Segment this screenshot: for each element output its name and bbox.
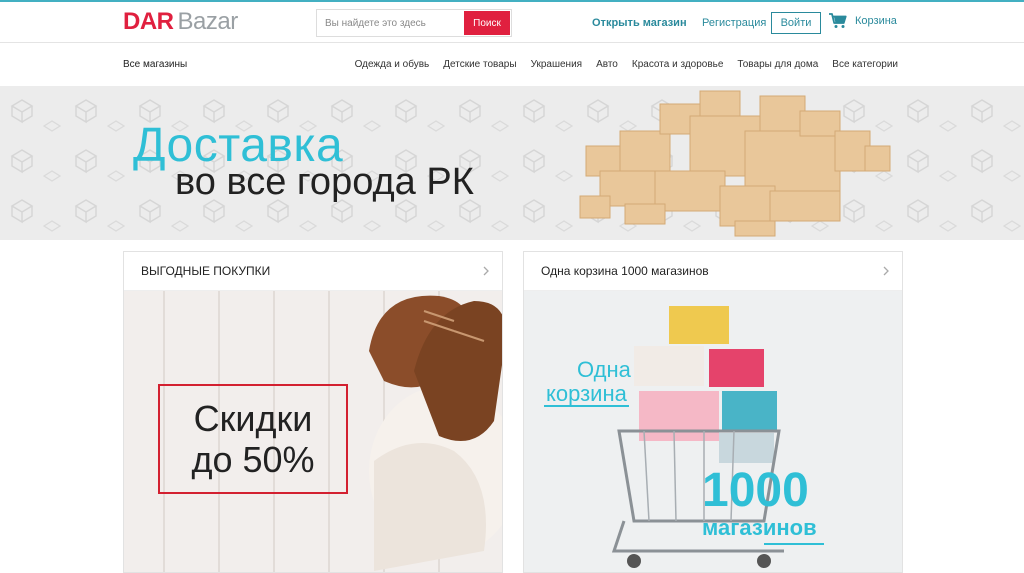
login-button[interactable]: Войти (771, 12, 821, 34)
cart-promo-line4: магазинов (702, 515, 817, 540)
delivery-banner[interactable]: Доставка во все города РК (0, 86, 1024, 240)
discount-line2: до 50% (191, 439, 315, 480)
discount-line1: Скидки (193, 397, 313, 439)
deals-card[interactable]: ВЫГОДНЫЕ ПОКУПКИ Скидки до 50% (123, 251, 503, 573)
cart-card-header[interactable]: Одна корзина 1000 магазинов (524, 252, 902, 291)
deals-card-image: Скидки до 50% (124, 291, 502, 572)
cart-promo-line1: Одна (577, 357, 631, 382)
chevron-right-icon (483, 266, 489, 276)
banner-subtitle: во все города РК (175, 161, 474, 203)
category-all[interactable]: Все категории (832, 59, 898, 70)
deals-card-title: ВЫГОДНЫЕ ПОКУПКИ (141, 264, 271, 278)
cart-promo-card[interactable]: Одна корзина 1000 магазинов Одна корзина… (523, 251, 903, 573)
cart-promo-line2: корзина (546, 381, 627, 406)
deals-card-header[interactable]: ВЫГОДНЫЕ ПОКУПКИ (124, 252, 502, 291)
category-home[interactable]: Товары для дома (737, 59, 818, 70)
cart-icon (829, 13, 847, 28)
site-header: DARBazar Поиск Открыть магазин Регистрац… (0, 2, 1024, 43)
cart-link[interactable]: Корзина (829, 13, 897, 29)
cart-label: Корзина (855, 15, 897, 27)
category-jewelry[interactable]: Украшения (531, 59, 583, 70)
logo-bazar: Bazar (177, 8, 239, 35)
category-clothes[interactable]: Одежда и обувь (355, 59, 430, 70)
logo[interactable]: DAR Bazar (123, 8, 238, 36)
cart-promo-line3: 1000 (702, 464, 809, 517)
search-button[interactable]: Поиск (464, 11, 510, 35)
all-shops-link[interactable]: Все магазины (123, 59, 187, 70)
logo-dar: DAR (123, 8, 174, 35)
cart-card-image: Одна корзина 1000 магазинов (524, 291, 902, 572)
category-nav: Все магазины Одежда и обувь Детские това… (0, 44, 1024, 86)
register-link[interactable]: Регистрация (702, 17, 766, 29)
discount-promo-frame: Скидки до 50% (158, 384, 348, 494)
category-auto[interactable]: Авто (596, 59, 618, 70)
open-shop-link[interactable]: Открыть магазин (592, 17, 687, 29)
category-kids[interactable]: Детские товары (443, 59, 516, 70)
cart-card-title: Одна корзина 1000 магазинов (541, 264, 709, 278)
category-beauty[interactable]: Красота и здоровье (632, 59, 724, 70)
chevron-right-icon (883, 266, 889, 276)
search-bar: Поиск (316, 9, 512, 37)
search-input[interactable] (317, 10, 463, 36)
category-list: Одежда и обувь Детские товары Украшения … (355, 59, 898, 70)
